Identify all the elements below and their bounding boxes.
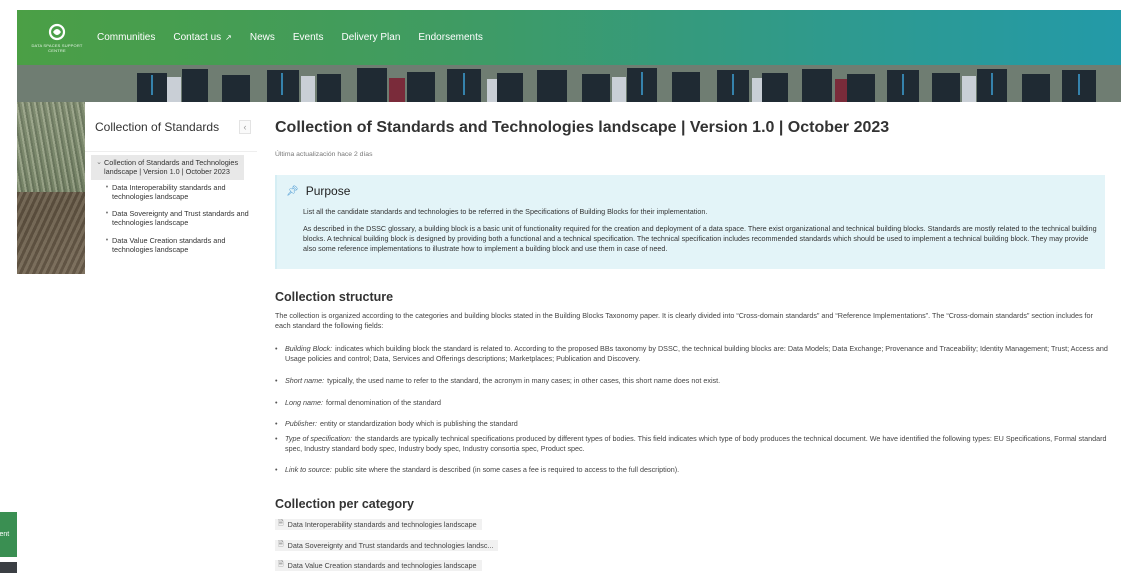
hero-banner-image: [17, 65, 1121, 102]
category-link-data-value-creation[interactable]: 🗎︎ Data Value Creation standards and tech…: [275, 560, 482, 571]
logo-text: DATA SPACES SUPPORT CENTRE: [31, 42, 83, 53]
bullet-icon: •: [275, 344, 278, 353]
bullet-icon: •: [275, 419, 278, 428]
background-photo: [17, 102, 85, 274]
field-text: entity or standardization body which is …: [319, 419, 518, 428]
nav-events[interactable]: Events: [293, 32, 324, 43]
purpose-callout: 📌︎ Purpose List all the candidate standa…: [275, 175, 1105, 269]
side-widget-thumbnail: [0, 562, 17, 573]
main-nav: Communities Contact us ↗ News Events Deli…: [97, 32, 501, 43]
list-item: • Publisher: entity or standardization bod…: [275, 419, 1110, 429]
sidebar-item-label: Collection of Standards and Technologies…: [104, 158, 239, 177]
nav-label: Contact us: [173, 32, 222, 43]
list-item: • Long name: formal denomination of the st…: [275, 398, 1110, 408]
bullet-icon: •: [105, 236, 109, 244]
sidebar-item-label: Data Sovereignty and Trust standards and…: [112, 209, 249, 228]
bullet-icon: •: [105, 183, 109, 191]
category-link-data-interoperability[interactable]: 🗎︎ Data Interoperability standards and te…: [275, 519, 482, 530]
pin-icon: 📌︎: [286, 185, 299, 197]
bullet-icon: •: [105, 210, 109, 218]
callout-title: Purpose: [305, 184, 351, 198]
link-label: Data Sovereignty and Trust standards and…: [287, 541, 494, 550]
photo-grass: [17, 102, 85, 192]
widget-label: vent: [0, 531, 10, 538]
section-heading-structure: Collection structure: [275, 290, 394, 304]
field-text: typically, the used name to refer to the…: [327, 376, 721, 385]
sidebar-item-data-interoperability[interactable]: • Data Interoperability standards and te…: [85, 180, 257, 205]
field-text: formal denomination of the standard: [325, 398, 442, 407]
category-link-data-sovereignty[interactable]: 🗎︎ Data Sovereignty and Trust standards a…: [275, 540, 499, 551]
chevron-left-icon[interactable]: ‹: [239, 119, 251, 134]
list-item: • Type of specification: the standards are…: [275, 434, 1110, 454]
nav-news[interactable]: News: [250, 32, 275, 43]
page-title: Collection of Standards and Technologies…: [275, 119, 890, 136]
bullet-icon: •: [275, 465, 278, 474]
sidebar-item-data-value-creation[interactable]: • Data Value Creation standards and tech…: [85, 233, 257, 258]
photo-deck: [17, 192, 85, 274]
logo-mark-icon: [48, 23, 66, 40]
purpose-paragraph: As described in the DSSC glossary, a bui…: [303, 224, 1097, 254]
section-heading-per-category: Collection per category: [275, 497, 414, 511]
collection-sidebar: Collection of Standards ‹ ⌄ Collection o…: [85, 102, 257, 573]
nav-label: Delivery Plan: [341, 32, 401, 43]
nav-label: Endorsements: [418, 32, 483, 43]
bullet-icon: •: [275, 376, 278, 385]
list-item: • Short name: typically, the used name to …: [275, 376, 1110, 386]
sidebar-item-collection-landscape[interactable]: ⌄ Collection of Standards and Technologi…: [91, 155, 244, 180]
sidebar-item-data-sovereignty[interactable]: • Data Sovereignty and Trust standards a…: [85, 206, 257, 231]
field-term: Link to source:: [285, 465, 332, 474]
crowd-photo-icon: [17, 65, 1121, 102]
sidebar-item-label: Data Interoperability standards and tech…: [112, 182, 226, 201]
field-term: Long name:: [285, 398, 323, 407]
nav-label: Communities: [97, 32, 156, 43]
link-label: Data Value Creation standards and techno…: [287, 561, 477, 570]
event-side-widget[interactable]: vent: [0, 512, 17, 557]
sidebar-item-label: Data Value Creation standards and techno…: [112, 235, 226, 255]
field-text: the standards are typically technical sp…: [285, 434, 1107, 454]
purpose-paragraph: List all the candidate standards and tec…: [303, 207, 708, 216]
dssc-logo[interactable]: DATA SPACES SUPPORT CENTRE: [17, 10, 87, 65]
link-label: Data Interoperability standards and tech…: [287, 520, 477, 529]
document-icon: 🗎︎: [278, 520, 284, 527]
callout-header: 📌︎ Purpose: [286, 184, 350, 198]
external-link-icon: ↗: [225, 33, 232, 42]
top-navigation-bar: DATA SPACES SUPPORT CENTRE Communities C…: [17, 10, 1121, 65]
structure-intro: The collection is organized according to…: [275, 311, 1093, 331]
field-term: Type of specification:: [285, 434, 352, 443]
nav-communities[interactable]: Communities: [97, 32, 155, 43]
nav-delivery-plan[interactable]: Delivery Plan: [341, 32, 400, 43]
last-updated-text: Última actualización hace 2 días: [275, 151, 373, 158]
field-term: Short name:: [285, 376, 325, 385]
document-icon: 🗎︎: [278, 561, 284, 568]
sidebar-title: Collection of Standards: [95, 119, 220, 134]
bullet-icon: •: [275, 398, 278, 407]
chevron-down-icon[interactable]: ⌄: [94, 158, 104, 167]
bullet-icon: •: [275, 434, 278, 443]
nav-label: Events: [292, 32, 324, 43]
field-text: indicates which building block the stand…: [285, 344, 1108, 364]
nav-label: News: [249, 32, 275, 43]
nav-contact-us[interactable]: Contact us ↗: [173, 32, 232, 43]
sidebar-header: Collection of Standards ‹: [85, 102, 257, 152]
field-term: Building Block:: [285, 344, 333, 353]
field-text: public site where the standard is descri…: [334, 465, 680, 474]
document-icon: 🗎︎: [278, 541, 284, 548]
field-term: Publisher:: [285, 419, 317, 428]
list-item: • Link to source: public site where the st…: [275, 465, 1110, 475]
nav-endorsements[interactable]: Endorsements: [418, 32, 482, 43]
list-item: • Building Block: indicates which building…: [275, 344, 1110, 364]
sidebar-tree: ⌄ Collection of Standards and Technologi…: [85, 152, 257, 257]
